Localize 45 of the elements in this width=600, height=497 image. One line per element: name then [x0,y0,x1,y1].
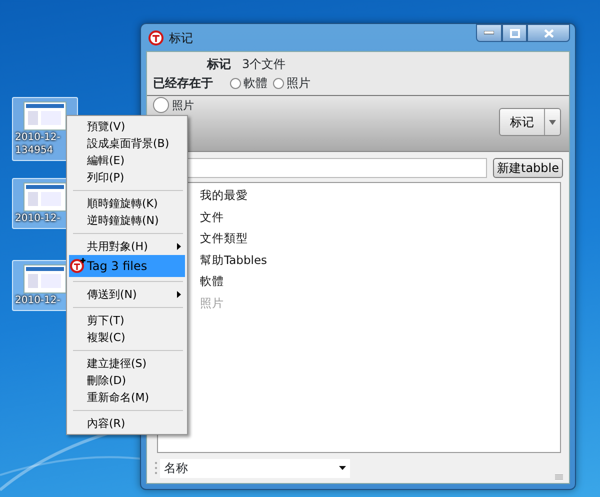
caret-icon [549,120,556,126]
close-button[interactable] [527,24,570,42]
menu-item[interactable]: 刪除(D) [69,372,185,389]
menu-item[interactable]: 重新命名(M) [69,389,185,406]
file-name: 2010-12- [14,212,60,225]
tag-list-item[interactable]: 文件類型 [200,228,560,250]
minimize-button[interactable] [476,24,502,42]
close-icon [544,28,554,38]
maximize-icon [510,28,520,38]
file-name: 134954 [14,144,54,157]
resize-grip-icon[interactable] [555,474,563,480]
sort-dropdown[interactable]: 名称 [160,458,350,478]
new-tabble-button[interactable]: 新建tabble [492,158,563,178]
menu-item[interactable]: 建立捷徑(S) [69,355,185,372]
file-count: 3个文件 [242,56,286,73]
window-title: 标记 [169,30,193,46]
minimize-icon [484,31,494,35]
menu-item[interactable]: 共用對象(H) [69,238,185,255]
radio-icon[interactable] [153,97,169,113]
tag-list-item[interactable]: 我的最愛 [200,185,560,206]
field-label: 标记 [207,56,231,73]
image-thumbnail-icon [23,101,67,131]
radio-option[interactable]: 軟體 [230,74,268,92]
tag-list-item[interactable]: 軟體 [200,271,560,292]
radio-icon[interactable] [272,78,284,88]
menu-item[interactable]: 內容(R) [69,415,185,432]
field-label: 已经存在于 [153,75,213,92]
app-logo-icon [70,257,87,274]
radio-icon[interactable] [230,78,240,88]
image-thumbnail-icon [23,182,67,212]
menu-item[interactable]: 剪下(T) [69,312,185,329]
submenu-arrow-icon [177,243,181,250]
submenu-arrow-icon [177,291,181,298]
caret-icon [339,466,346,470]
tag-list-item[interactable]: 幫助Tabbles [200,250,560,271]
file-name: 2010-12- [14,294,60,307]
menu-item[interactable]: Tag 3 files [69,255,185,277]
menu-item[interactable]: 複製(C) [69,329,185,346]
maximize-button[interactable] [502,24,527,42]
image-thumbnail-icon [23,264,67,294]
file-name: 2010-12- [14,131,60,144]
app-logo-icon [148,30,164,46]
radio-option[interactable]: 照片 [272,74,310,92]
tag-list-item[interactable]: 文件 [200,206,560,228]
radio-option[interactable]: 照片 [153,97,194,113]
